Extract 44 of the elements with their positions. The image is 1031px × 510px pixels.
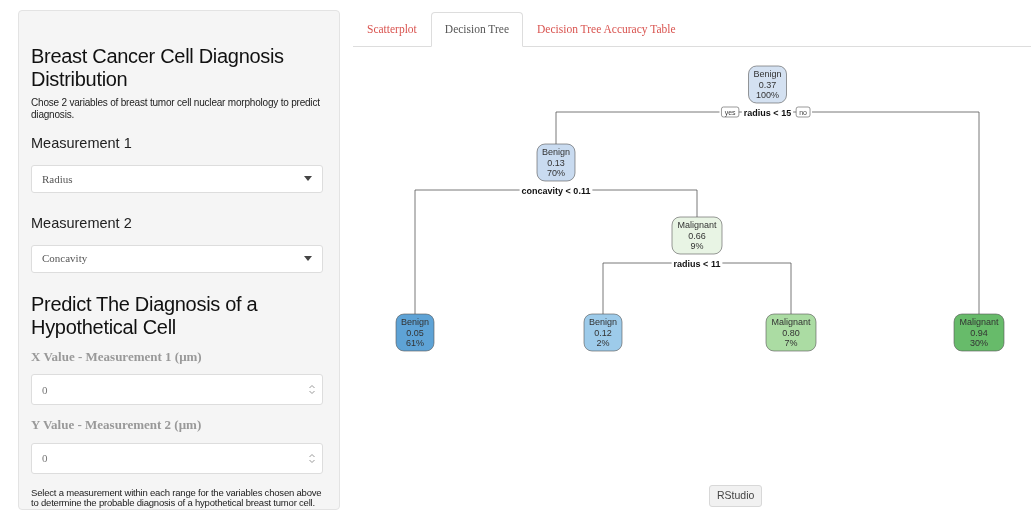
field-label: X Value - Measurement 1 (μm)	[31, 347, 203, 366]
node-percentage: 30%	[970, 338, 988, 349]
caret-icon	[304, 176, 312, 182]
node-probability: 0.12	[594, 327, 612, 338]
description-text: Chose 2 variables of breast tumor cell nuclear morphology to predict diagnosis.	[31, 97, 321, 121]
field-label: Measurement 2	[31, 213, 133, 233]
tab[interactable]: Scatterplot	[353, 12, 431, 48]
node-percentage: 70%	[547, 168, 565, 179]
node-probability: 0.66	[688, 230, 706, 241]
tab[interactable]: Decision Tree	[430, 12, 524, 48]
spinner-icon[interactable]	[309, 452, 315, 464]
field-label: Measurement 1	[31, 134, 133, 153]
split-label: radius < 15	[743, 107, 792, 118]
panel-title: Breast Cancer Cell Diagnosis Distribution	[31, 45, 285, 91]
node-label: Benign	[401, 317, 429, 328]
node-probability: 0.05	[406, 327, 424, 338]
number-input[interactable]: 0	[31, 374, 323, 405]
tab[interactable]: Decision Tree Accuracy Table	[523, 12, 690, 48]
node-label: Benign	[542, 147, 570, 158]
node-label: Benign	[589, 317, 617, 328]
node-probability: 0.94	[970, 327, 988, 338]
help-text: Select a measurement within each range for the variables chosen above to determine the probable diagnosis of a hypothetical breast tumor cell.	[31, 487, 323, 510]
node-percentage: 9%	[690, 241, 704, 252]
select-dropdown[interactable]: Concavity	[31, 244, 323, 273]
node-probability: 0.80	[782, 327, 800, 338]
node-label: Benign	[753, 69, 782, 80]
spinner-icon[interactable]	[309, 384, 315, 395]
field-label: Y Value - Measurement 2 (μm)	[31, 416, 203, 434]
split-label: concavity < 0.11	[521, 185, 591, 196]
caret-icon	[304, 256, 312, 261]
split-label: radius < 11	[673, 258, 721, 269]
node-percentage: 61%	[406, 338, 424, 349]
node-probability: 0.13	[547, 157, 565, 168]
select-dropdown[interactable]: Radius	[31, 164, 323, 193]
node-probability: 0.37	[758, 79, 777, 90]
section-title: Predict The Diagnosis of a Hypothetical Cell	[31, 292, 259, 339]
node-label: Malignant	[677, 220, 717, 231]
tooltip: RStudio	[709, 485, 763, 507]
node-percentage: 100%	[756, 90, 779, 101]
node-percentage: 7%	[784, 338, 798, 349]
node-label: Malignant	[771, 317, 811, 328]
node-label: Malignant	[959, 317, 999, 328]
node-percentage: 2%	[596, 338, 610, 349]
number-input[interactable]: 0	[31, 442, 323, 474]
